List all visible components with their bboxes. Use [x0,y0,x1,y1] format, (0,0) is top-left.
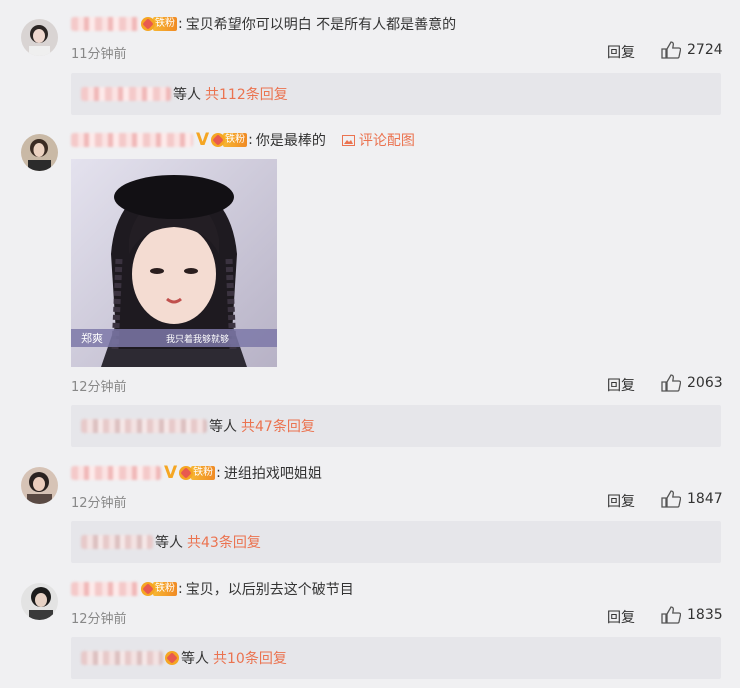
fan-badge: 铁粉 [211,132,248,148]
replies-summary[interactable]: 等人 共47条回复 [71,405,721,447]
fan-badge: 铁粉 [141,16,177,32]
view-replies-link[interactable]: 共112条回复 [205,84,288,104]
verified-v-icon: V [196,130,210,150]
thumbs-up-icon [661,606,681,624]
comment-text: 宝贝，以后别去这个破节目 [185,582,354,598]
view-replies-link[interactable]: 共47条回复 [241,416,315,436]
like-button[interactable]: 2724 [661,41,723,59]
fan-badge-icon [165,651,179,665]
username-blurred[interactable] [71,466,161,480]
photo-caption-left: 郑爽 [81,331,103,345]
like-count: 1847 [687,491,723,507]
like-button[interactable]: 1847 [661,490,723,508]
comment-time: 12分钟前 [71,496,127,511]
comment-text: 你是最棒的 [255,133,326,149]
like-button[interactable]: 1835 [661,606,723,624]
reply-users-blurred [81,535,153,549]
like-count: 1835 [687,607,723,623]
fan-badge-icon [141,582,155,596]
comment-time: 12分钟前 [71,380,127,395]
comment-time: 11分钟前 [71,47,127,62]
view-replies-link[interactable]: 共43条回复 [187,532,261,552]
avatar[interactable] [21,583,58,620]
verified-v-icon: V [164,463,178,483]
replies-summary[interactable]: 等人 共112条回复 [71,73,721,115]
avatar[interactable] [21,134,58,171]
comment-header: 铁粉 : 宝贝，以后别去这个破节目 [71,578,354,600]
username-blurred[interactable] [71,133,193,147]
comment-header: V 铁粉 : 进组拍戏吧姐姐 [71,462,322,484]
fan-badge: 铁粉 [179,465,216,481]
image-icon [341,134,355,146]
thumbs-up-icon [661,374,681,392]
reply-button[interactable]: 回复 [607,607,635,627]
avatar[interactable] [21,19,58,56]
comment-header: V 铁粉 : 你是最棒的 评论配图 [71,129,415,151]
username-blurred[interactable] [71,582,139,596]
comment-picture-link[interactable]: 评论配图 [341,130,415,150]
like-count: 2063 [687,375,723,391]
fan-badge-icon [141,17,155,31]
fan-badge: 铁粉 [141,581,177,597]
comment-time: 12分钟前 [71,612,127,627]
reply-button[interactable]: 回复 [607,491,635,511]
reply-users-blurred [81,87,171,101]
replies-summary[interactable]: 等人 共43条回复 [71,521,721,563]
comment-header: 铁粉 : 宝贝希望你可以明白 不是所有人都是善意的 [71,13,456,35]
reply-users-blurred [81,651,163,665]
reply-button[interactable]: 回复 [607,375,635,395]
view-replies-link[interactable]: 共10条回复 [213,648,287,668]
photo-caption-right: 我只着我够就够 [166,333,229,345]
thumbs-up-icon [661,490,681,508]
comment-photo[interactable]: 郑爽 我只着我够就够 [71,159,277,367]
username-blurred[interactable] [71,17,139,31]
thumbs-up-icon [661,41,681,59]
fan-badge [165,650,179,666]
reply-button[interactable]: 回复 [607,42,635,62]
replies-summary[interactable]: 等人 共10条回复 [71,637,721,679]
like-button[interactable]: 2063 [661,374,723,392]
comment-text: 宝贝希望你可以明白 不是所有人都是善意的 [185,17,457,33]
reply-users-blurred [81,419,207,433]
avatar[interactable] [21,467,58,504]
comment-text: 进组拍戏吧姐姐 [223,466,322,482]
like-count: 2724 [687,42,723,58]
